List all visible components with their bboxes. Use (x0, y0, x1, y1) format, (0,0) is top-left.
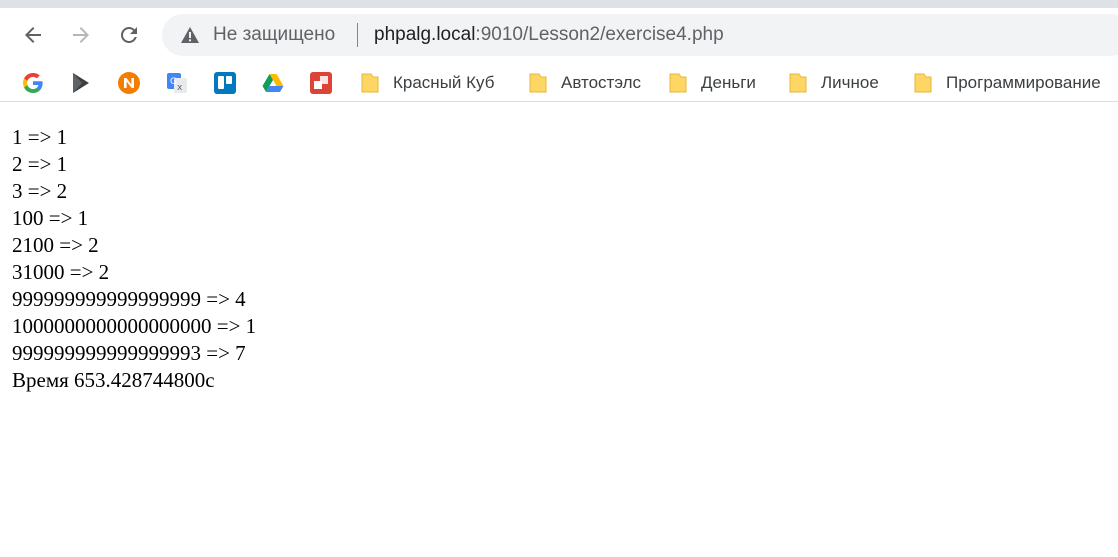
arrow-left-icon (25, 27, 41, 43)
n-logo-icon[interactable] (117, 71, 141, 95)
security-status-text[interactable]: Не защищено (213, 24, 335, 46)
folder-icon (669, 73, 687, 93)
output-line: 1 => 1 (12, 125, 68, 149)
reload-icon (120, 26, 137, 43)
folder-icon (361, 73, 379, 93)
bookmark-folder-label: Программирование (946, 73, 1101, 92)
forward-button[interactable] (64, 18, 98, 52)
output-line: 3 => 2 (12, 179, 68, 203)
play-icon[interactable] (69, 71, 93, 95)
url-text[interactable]: phpalg.local:9010/Lesson2/exercise4.php (374, 24, 724, 46)
output-line: 100 => 1 (12, 206, 89, 230)
google-icon[interactable] (21, 71, 45, 95)
output-line: 31000 => 2 (12, 260, 110, 284)
svg-text:x: x (177, 83, 183, 93)
window-top-strip (0, 0, 1118, 8)
browser-toolbar: Не защищено phpalg.local:9010/Lesson2/ex… (0, 8, 1118, 64)
address-bar[interactable]: Не защищено phpalg.local:9010/Lesson2/ex… (162, 14, 1118, 56)
timing-line: Время 653.428744800с (12, 368, 215, 392)
folder-icon (789, 73, 807, 93)
reload-button[interactable] (112, 18, 146, 52)
url-path: :9010/Lesson2/exercise4.php (475, 24, 724, 45)
bookmark-folder-label: Автостэлс (561, 73, 642, 92)
output-line: 999999999999999999 => 4 (12, 287, 246, 311)
address-separator (357, 23, 358, 47)
drive-icon[interactable] (261, 71, 285, 95)
output-line: 1000000000000000000 => 1 (12, 314, 257, 338)
bookmark-folder-label: Красный Куб (393, 73, 495, 92)
page-content: 1 => 1 2 => 1 3 => 2 100 => 1 2100 => 2 … (12, 124, 256, 394)
bookmarks-bar: G x Красный Куб Автостэлс Деньги Личное … (0, 64, 1118, 102)
arrow-right-icon (73, 27, 89, 43)
translate-icon[interactable]: G x (165, 71, 189, 95)
output-line: 2 => 1 (12, 152, 68, 176)
warning-triangle-icon[interactable] (180, 26, 200, 44)
back-button[interactable] (16, 18, 50, 52)
svg-text:G: G (170, 77, 177, 87)
output-line: 999999999999999993 => 7 (12, 341, 246, 365)
url-host: phpalg.local (374, 24, 476, 45)
red-app-icon[interactable] (309, 71, 333, 95)
folder-icon (914, 73, 932, 93)
trello-icon[interactable] (213, 71, 237, 95)
folder-icon (529, 73, 547, 93)
bookmark-folder-label: Личное (821, 73, 879, 92)
output-line: 2100 => 2 (12, 233, 99, 257)
bookmark-folder-label: Деньги (701, 73, 756, 92)
